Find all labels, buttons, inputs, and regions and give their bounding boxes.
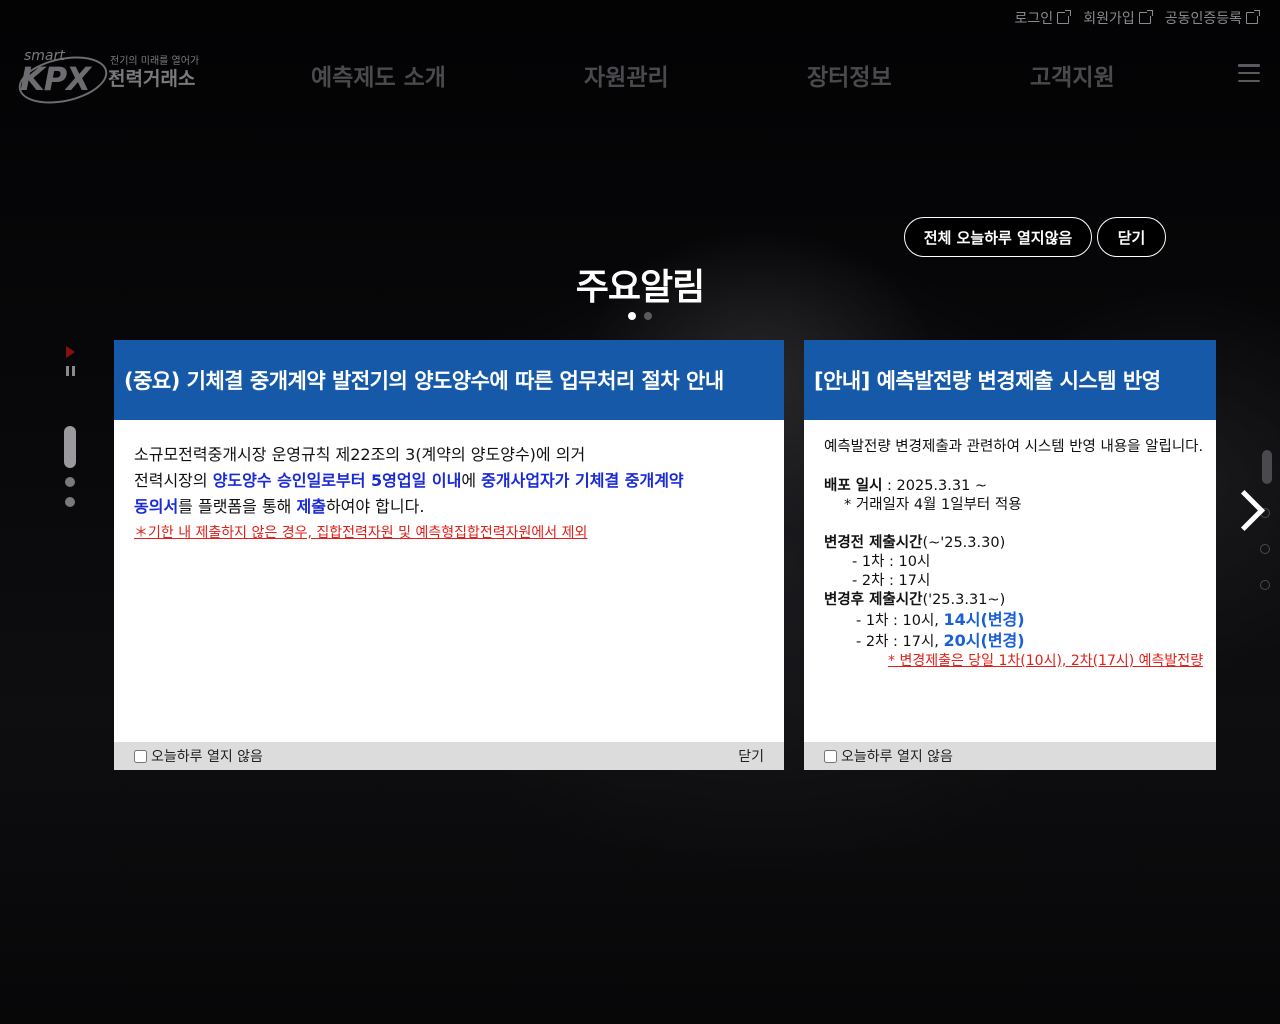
utility-links: 로그인 회원가입 공동인증등록 [1015, 8, 1260, 28]
notice-card-1-heading[interactable]: (중요) 기체결 중개계약 발전기의 양도양수에 따른 업무처리 절차 안내 [114, 340, 784, 420]
before-line: 변경전 제출시간(~'25.3.30) [824, 535, 1006, 551]
slide-indicator[interactable] [65, 477, 75, 487]
nav-item-intro[interactable]: 예측제도 소개 [311, 58, 446, 92]
play-icon[interactable] [66, 346, 75, 358]
main-nav: 예측제도 소개 자원관리 장터정보 고객지원 [0, 58, 1280, 92]
notice-card-1: (중요) 기체결 중개계약 발전기의 양도양수에 따른 업무처리 절차 안내 소… [114, 340, 784, 770]
notice-card-2-heading[interactable]: [안내] 예측발전량 변경제출 시스템 반영 [804, 340, 1216, 420]
external-link-icon [1057, 10, 1072, 24]
after-item: - 2차 : 17시, 20시(변경) [856, 631, 1025, 650]
nav-item-support[interactable]: 고객지원 [1030, 58, 1115, 92]
pagination-dot-active[interactable] [628, 312, 636, 320]
after-line: 변경후 제출시간('25.3.31~) [824, 592, 1006, 608]
signup-link[interactable]: 회원가입 [1083, 8, 1153, 28]
pagination-dot[interactable] [644, 312, 652, 320]
before-item: - 1차 : 10시 [852, 554, 931, 570]
nav-item-market[interactable]: 장터정보 [807, 58, 892, 92]
notice-card-2-body: 예측발전량 변경제출과 관련하여 시스템 반영 내용을 알립니다. 배포 일시 … [804, 420, 1216, 671]
dont-show-today-option[interactable]: 오늘하루 열지 않음 [134, 746, 263, 766]
certificate-register-link[interactable]: 공동인증등록 [1165, 8, 1260, 28]
before-item: - 2차 : 17시 [852, 573, 931, 589]
notice-card-2-footer: 오늘하루 열지 않음 [804, 742, 1216, 770]
notice-line: 소규모전력중개시장 운영규칙 제22조의 3(계약의 양도양수)에 의거 [134, 445, 586, 464]
right-indicator[interactable] [1260, 544, 1270, 554]
popup-title: 주요알림 [575, 267, 705, 308]
notice-intro: 예측발전량 변경제출과 관련하여 시스템 반영 내용을 알립니다. [824, 439, 1204, 455]
nav-item-resource[interactable]: 자원관리 [584, 58, 669, 92]
pause-icon[interactable] [66, 366, 78, 376]
slide-indicator[interactable] [65, 497, 75, 507]
right-indicator[interactable] [1260, 580, 1270, 590]
notice-line: 동의서를 플랫폼을 통해 제출하여야 합니다. [134, 497, 425, 516]
external-link-icon [1246, 10, 1260, 24]
after-item: - 1차 : 10시, 14시(변경) [856, 610, 1025, 629]
deploy-note: * 거래일자 4월 1일부터 적용 [844, 497, 1022, 513]
notice-card-2: [안내] 예측발전량 변경제출 시스템 반영 예측발전량 변경제출과 관련하여 … [804, 340, 1216, 770]
notice-card-1-footer: 오늘하루 열지 않음 닫기 [114, 742, 784, 770]
dont-show-today-checkbox[interactable] [134, 749, 147, 763]
notice-line: 전력시장의 양도양수 승인일로부터 5영업일 이내에 중개사업자가 기체결 중개… [134, 471, 684, 490]
external-link-icon [1138, 10, 1153, 24]
close-all-today-button[interactable]: 전체 오늘하루 열지않음 [904, 217, 1092, 257]
card-close-button[interactable]: 닫기 [738, 746, 764, 766]
dont-show-today-checkbox[interactable] [824, 749, 837, 763]
notice-warning[interactable]: ＊기한 내 제출하지 않은 경우, 집합전력자원 및 예측형집합전력자원에서 제… [134, 520, 764, 546]
menu-icon[interactable] [1238, 64, 1260, 82]
login-link[interactable]: 로그인 [1015, 8, 1072, 28]
notice-card-1-body: 소규모전력중개시장 운영규칙 제22조의 3(계약의 양도양수)에 의거 전력시… [114, 420, 784, 546]
deploy-line: 배포 일시 : 2025.3.31 ~ [824, 478, 988, 494]
close-popup-button[interactable]: 닫기 [1097, 217, 1166, 257]
slider-controls [62, 344, 78, 376]
right-indicator-active[interactable] [1262, 450, 1272, 484]
slide-indicator-active[interactable] [64, 426, 76, 468]
popup-pagination [628, 312, 652, 320]
dont-show-today-option[interactable]: 오늘하루 열지 않음 [824, 746, 953, 766]
notice-warning[interactable]: * 변경제출은 당일 1차(10시), 2차(17시) 예측발전량 [824, 652, 1216, 671]
next-arrow-icon[interactable] [1224, 488, 1264, 538]
